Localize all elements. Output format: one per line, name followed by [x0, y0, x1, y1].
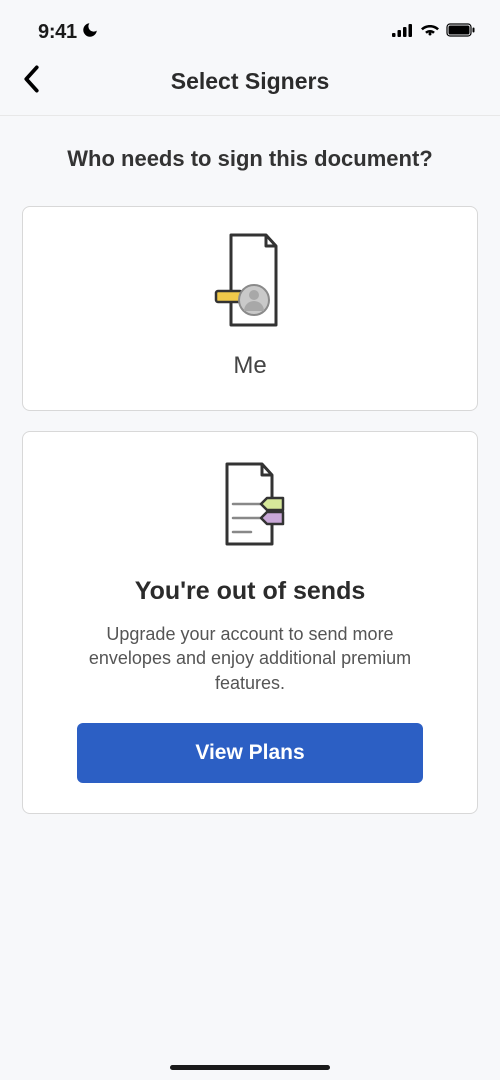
battery-icon — [446, 23, 476, 42]
content-area: Who needs to sign this document? Me — [0, 116, 500, 864]
chevron-left-icon — [22, 65, 41, 93]
upgrade-card: You're out of sends Upgrade your account… — [22, 431, 478, 814]
document-me-icon — [210, 233, 290, 338]
upgrade-title: You're out of sends — [135, 577, 366, 606]
upgrade-description: Upgrade your account to send more envelo… — [77, 622, 423, 695]
wifi-icon — [420, 23, 440, 42]
section-heading: Who needs to sign this document? — [22, 146, 478, 172]
back-button[interactable] — [22, 65, 41, 98]
page-title: Select Signers — [20, 68, 480, 95]
status-left: 9:41 — [38, 21, 99, 44]
home-indicator[interactable] — [170, 1065, 330, 1070]
signer-option-me[interactable]: Me — [22, 206, 478, 411]
moon-icon — [81, 21, 99, 44]
nav-bar: Select Signers — [0, 50, 500, 116]
status-right — [392, 23, 476, 42]
status-bar: 9:41 — [0, 0, 500, 50]
document-sends-icon — [211, 462, 289, 555]
view-plans-button[interactable]: View Plans — [77, 723, 423, 783]
status-time: 9:41 — [38, 21, 77, 44]
signer-option-me-label: Me — [233, 352, 266, 380]
cellular-signal-icon — [392, 23, 414, 42]
